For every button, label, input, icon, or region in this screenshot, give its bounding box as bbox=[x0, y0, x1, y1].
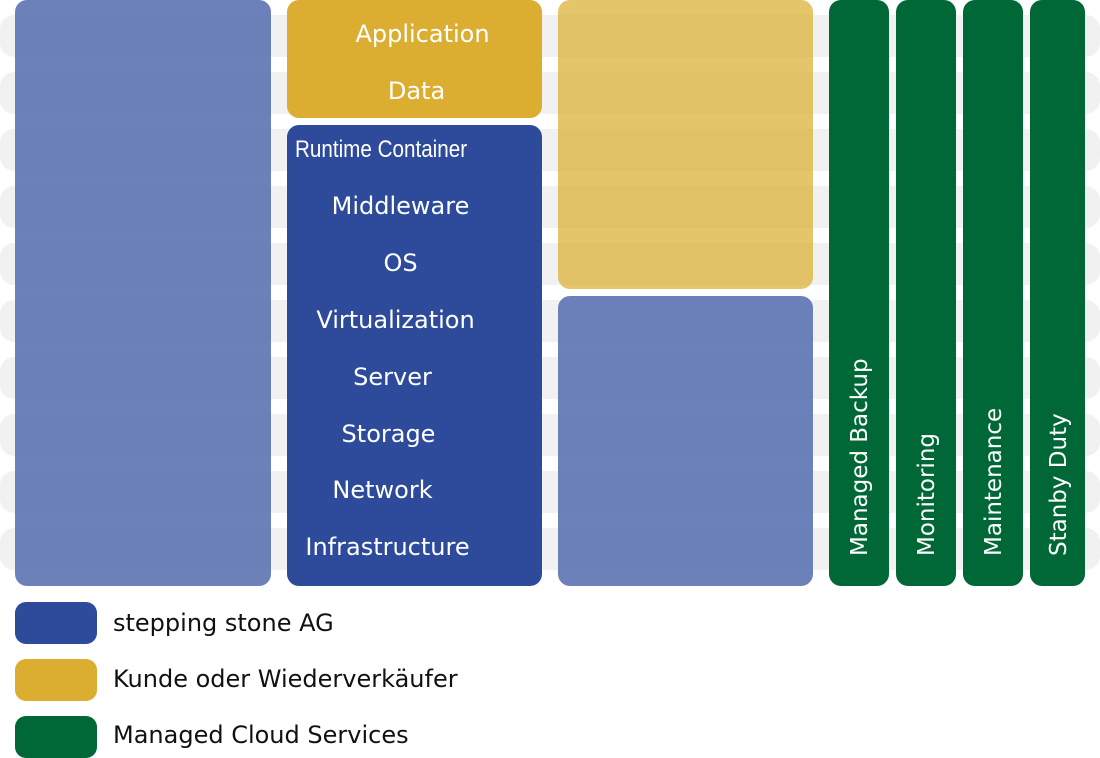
layer-infrastructure: Infrastructure bbox=[305, 533, 470, 561]
service-maintenance: Maintenance bbox=[963, 0, 1023, 586]
layer-runtime-container: Runtime Container bbox=[295, 136, 468, 163]
column-3-provider-block bbox=[558, 296, 813, 586]
column-1-provider-block bbox=[15, 0, 271, 586]
legend-swatch-customer bbox=[15, 659, 97, 701]
column-3-customer-block bbox=[558, 0, 813, 289]
layer-os: OS bbox=[383, 249, 418, 277]
legend-label-stepping-stone: stepping stone AG bbox=[113, 609, 334, 637]
service-label: Monitoring bbox=[914, 433, 940, 556]
layer-data: Data bbox=[387, 77, 446, 105]
layer-middleware: Middleware bbox=[331, 192, 470, 220]
legend-label-customer: Kunde oder Wiederverkäufer bbox=[113, 665, 458, 693]
service-monitoring: Monitoring bbox=[896, 0, 956, 586]
service-label: Stanby Duty bbox=[1045, 413, 1072, 556]
service-managed-backup: Managed Backup bbox=[829, 0, 889, 586]
legend-swatch-stepping-stone bbox=[15, 602, 97, 644]
service-label: Maintenance bbox=[981, 407, 1007, 556]
layer-server: Server bbox=[353, 363, 432, 391]
service-label: Managed Backup bbox=[847, 358, 873, 556]
legend-label-managed-services: Managed Cloud Services bbox=[113, 721, 409, 749]
layer-application: Application bbox=[355, 20, 490, 48]
service-standby-duty: Stanby Duty bbox=[1030, 0, 1085, 586]
legend-swatch-managed-services bbox=[15, 716, 97, 758]
layer-network: Network bbox=[332, 476, 433, 504]
layer-storage: Storage bbox=[341, 420, 436, 448]
provider-layers-block: Runtime Container Middleware OS Virtuali… bbox=[287, 125, 542, 586]
customer-layers-block: Application Data bbox=[287, 0, 542, 118]
layer-virtualization: Virtualization bbox=[316, 306, 475, 334]
